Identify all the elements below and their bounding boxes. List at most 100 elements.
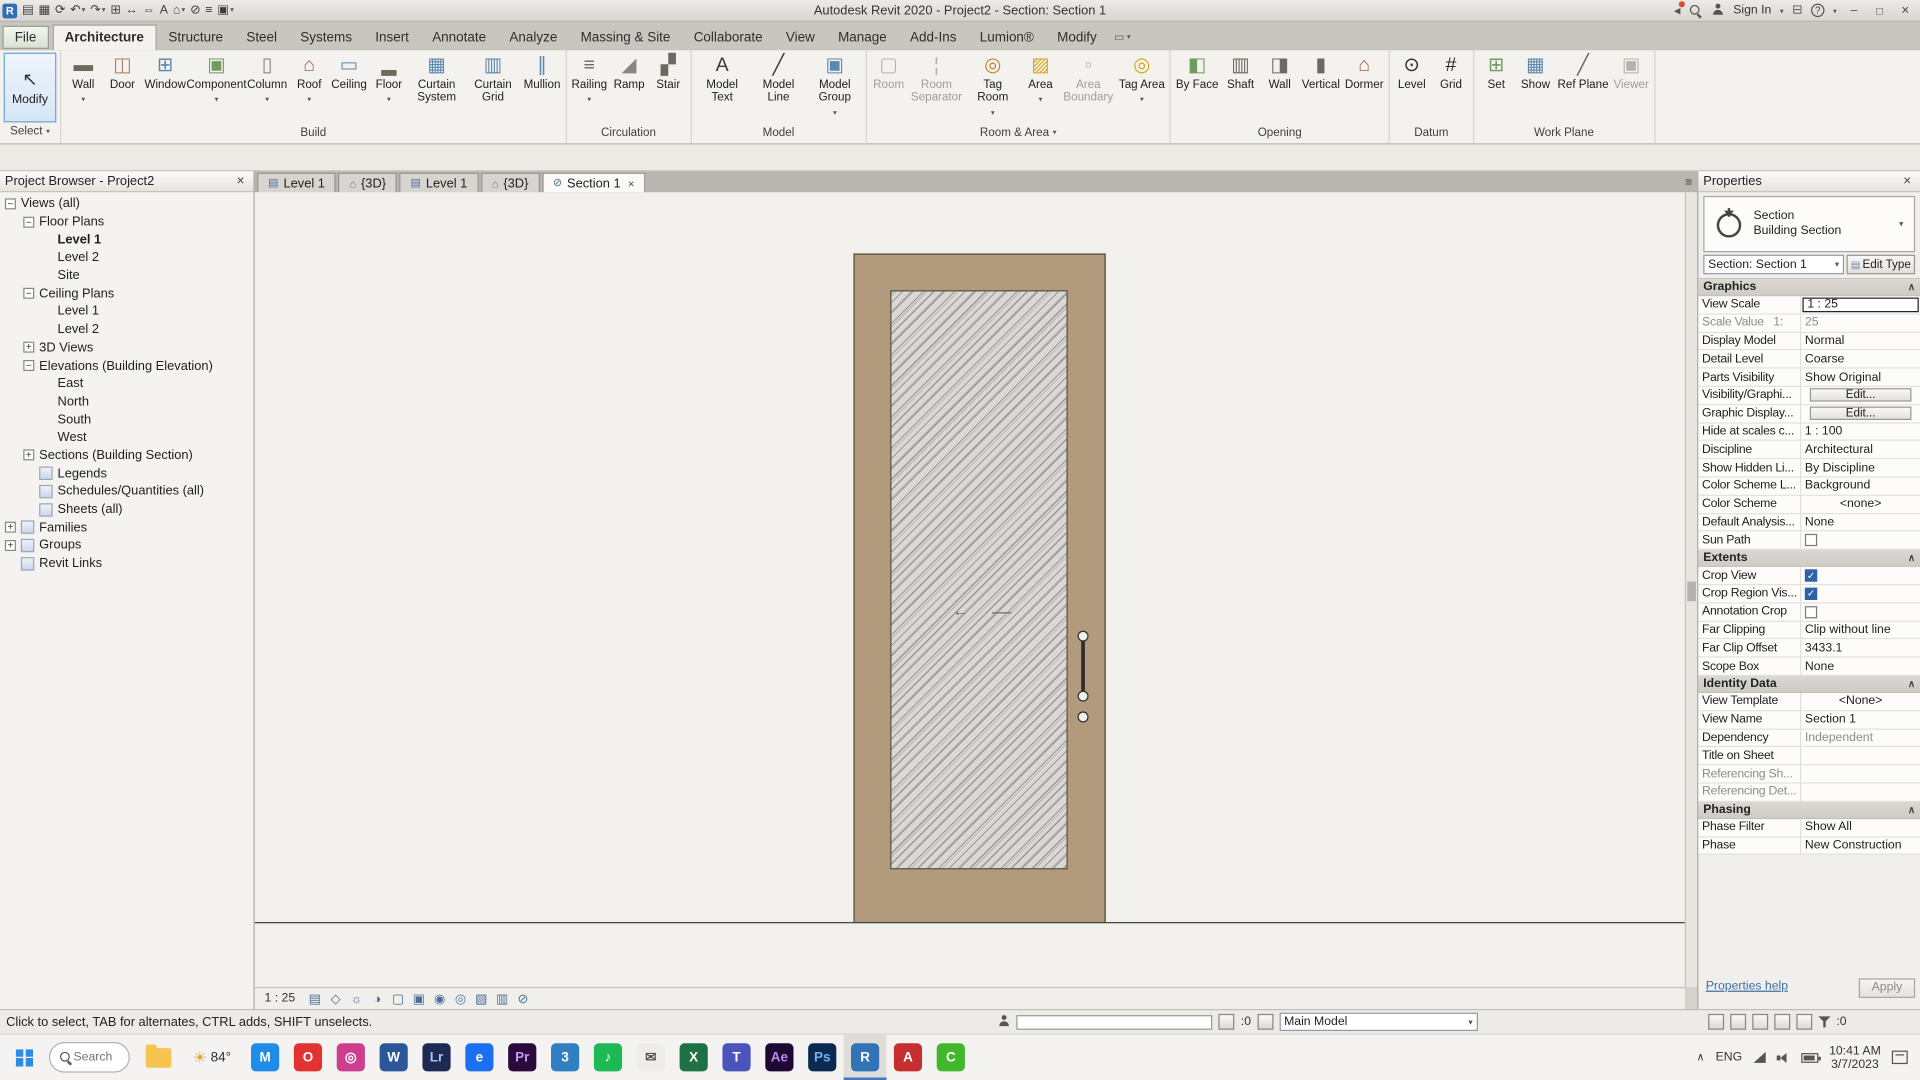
door-handle-bar[interactable] — [1081, 640, 1085, 695]
drawing-canvas[interactable] — [254, 192, 1685, 987]
property-value[interactable]: <none> <none> — [1801, 496, 1920, 513]
panel-label-room-area[interactable]: Room & Area — [867, 124, 1170, 142]
ribbon-tool[interactable]: ╱ Ref Plane — [1555, 53, 1611, 102]
status-progress-box[interactable] — [1016, 1014, 1213, 1030]
ribbon-tool[interactable]: ⌂ Dormer — [1342, 53, 1386, 102]
taskbar-app[interactable]: Pr — [501, 1035, 544, 1080]
view-control-icon[interactable]: ◎ — [452, 990, 469, 1007]
tree-item[interactable]: Level 1 — [0, 303, 253, 321]
property-value[interactable] — [1801, 765, 1920, 782]
tree-item[interactable]: + Families — [0, 518, 253, 536]
tree-item[interactable]: Site — [0, 267, 253, 285]
view-control-icon[interactable]: ◇ — [327, 990, 344, 1007]
search-input[interactable] — [73, 1050, 121, 1065]
panel-label-work-plane[interactable]: Work Plane — [1474, 124, 1654, 142]
tree-item[interactable]: − Ceiling Plans — [0, 285, 253, 303]
quick-access-button[interactable]: ▤ — [20, 1, 36, 19]
tree-item[interactable]: + Groups — [0, 536, 253, 554]
group-header-extents[interactable]: Extents ∧ — [1698, 549, 1920, 568]
ribbon-tab[interactable]: File — [2, 25, 49, 49]
view-control-icon[interactable]: ☼ — [348, 990, 365, 1007]
close-icon[interactable] — [628, 177, 634, 189]
view-tab-list-icon[interactable] — [1685, 173, 1692, 193]
taskbar-app[interactable]: R — [843, 1034, 887, 1080]
ribbon-tool[interactable]: # Grid — [1431, 53, 1470, 102]
ribbon-tool[interactable]: ▣ Model Group — [807, 53, 863, 115]
tree-item[interactable]: Sheets (all) — [0, 500, 253, 518]
ribbon-tab[interactable]: Annotate — [421, 24, 497, 50]
ribbon-tool[interactable]: ▦ Show — [1516, 53, 1555, 102]
help-caret-icon[interactable] — [1833, 4, 1837, 17]
collapse-icon[interactable]: ∧ — [1908, 282, 1915, 293]
quick-access-button[interactable]: ≡ — [203, 1, 215, 19]
ribbon-tool[interactable]: ▥ Curtain Grid — [465, 53, 521, 115]
tree-item[interactable]: Revit Links — [0, 554, 253, 572]
ribbon-display-toggle[interactable] — [1114, 24, 1131, 50]
ribbon-tool[interactable]: ▫ Area Boundary — [1060, 53, 1116, 115]
quick-access-button[interactable]: R — [0, 1, 20, 19]
select-by-face-toggle[interactable] — [1773, 1013, 1790, 1030]
view-control-icon[interactable]: ▧ — [473, 990, 490, 1007]
taskbar-weather-widget[interactable]: ☀ 84° — [180, 1035, 244, 1080]
taskbar-app[interactable]: T — [715, 1035, 758, 1080]
panel-label-model[interactable]: Model — [692, 124, 866, 142]
view-control-icon[interactable]: ◉ — [431, 990, 448, 1007]
ribbon-tool[interactable]: ¦ Room Separator — [908, 53, 964, 115]
volume-icon[interactable] — [1776, 1052, 1789, 1063]
taskbar-app[interactable]: X — [672, 1035, 715, 1080]
start-button[interactable] — [0, 1035, 49, 1080]
property-value[interactable]: Coarse Coarse — [1801, 351, 1920, 368]
ribbon-tab[interactable]: View — [775, 24, 826, 50]
property-value[interactable]: Architectural Architectural — [1801, 441, 1920, 458]
tree-expander-icon[interactable]: + — [23, 342, 35, 354]
quick-access-button[interactable]: ▣ — [215, 1, 236, 19]
door-glass-panel[interactable] — [890, 290, 1068, 870]
quick-access-button[interactable]: ⟳ — [53, 1, 68, 19]
property-value[interactable]: 25 25 — [1801, 314, 1920, 331]
door-lock-circle[interactable] — [1077, 711, 1089, 723]
view-tab[interactable]: ⌂ {3D} — [480, 172, 540, 193]
panel-label-select[interactable]: Select — [0, 122, 60, 140]
ribbon-tab[interactable]: Systems — [289, 24, 363, 50]
ribbon-tool[interactable]: ⌂ Roof — [290, 53, 329, 102]
panel-label-datum[interactable]: Datum — [1390, 124, 1473, 142]
type-selector[interactable]: Section: Section 1 — [1703, 254, 1845, 275]
view-tab[interactable]: ⊘ Section 1 — [541, 172, 646, 193]
tree-expander-icon[interactable]: + — [4, 539, 16, 551]
property-value[interactable]: 3433.1 3433.1 — [1801, 640, 1920, 657]
property-value[interactable]: None None — [1801, 658, 1920, 675]
taskbar-app-file-explorer[interactable] — [137, 1035, 180, 1080]
ribbon-tool[interactable]: ▮ Vertical — [1299, 53, 1342, 102]
edit-type-button[interactable]: Edit Type — [1846, 254, 1916, 275]
tree-expander-icon[interactable]: − — [4, 198, 16, 210]
chevron-down-icon[interactable] — [1899, 219, 1914, 229]
ribbon-tool[interactable]: ∥ Mullion — [521, 53, 563, 102]
project-browser-header[interactable]: Project Browser - Project2 — [0, 171, 254, 193]
tree-item[interactable]: − Floor Plans — [0, 213, 253, 231]
tree-expander-icon[interactable]: − — [23, 216, 35, 228]
tree-item[interactable]: − Elevations (Building Elevation) — [0, 357, 253, 375]
design-options-icon[interactable] — [1257, 1013, 1274, 1030]
ribbon-tool[interactable]: ▢ Room — [869, 53, 908, 102]
action-center-icon[interactable] — [1891, 1050, 1908, 1065]
property-value[interactable]: 1 : 100 1 : 100 — [1801, 423, 1920, 440]
select-pinned-toggle[interactable] — [1751, 1013, 1768, 1030]
property-value[interactable]: Show Original Show Original — [1801, 369, 1920, 386]
ribbon-tool[interactable]: ▨ Area — [1021, 53, 1060, 102]
taskbar-app[interactable]: ✉ — [629, 1035, 672, 1080]
properties-help-link[interactable]: Properties help — [1706, 980, 1788, 993]
taskbar-app[interactable]: 3 — [544, 1035, 587, 1080]
taskbar-app[interactable]: ◎ — [329, 1035, 372, 1080]
view-tab[interactable]: ⌂ {3D} — [338, 172, 398, 193]
ribbon-tool[interactable]: ▥ Shaft — [1221, 53, 1260, 102]
taskbar-app[interactable]: O — [287, 1035, 330, 1080]
ribbon-tab[interactable]: Architecture — [52, 24, 157, 51]
door-handle-circle[interactable] — [1077, 690, 1089, 702]
tree-expander-icon[interactable]: − — [23, 288, 35, 300]
ribbon-tool[interactable]: ◫ Door — [103, 53, 142, 102]
door-handle-circle[interactable] — [1077, 630, 1089, 642]
help-button[interactable]: ? — [1811, 3, 1825, 18]
ribbon-tab[interactable]: Lumion® — [969, 24, 1045, 50]
quick-access-button[interactable]: ▦ — [36, 1, 52, 19]
panel-label-opening[interactable]: Opening — [1171, 124, 1389, 142]
